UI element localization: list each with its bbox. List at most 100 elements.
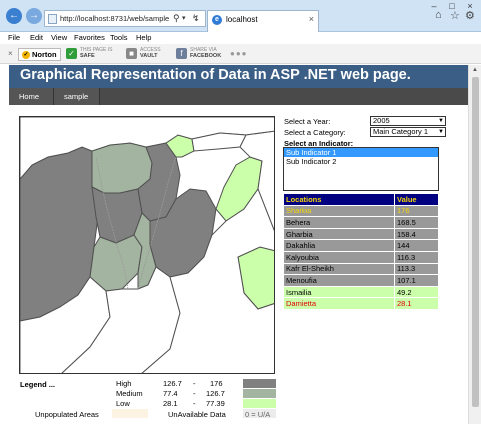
year-label: Select a Year: [284,117,331,126]
site-header: Graphical Representation of Data in ASP … [9,65,468,88]
header-locations: Locations [283,193,395,206]
legend-low-min: 28.1 [163,399,178,408]
table-row: Behera 168.5 [283,216,439,229]
menu-help[interactable]: Help [136,33,151,42]
cell-location: Gharbia [283,227,395,241]
cell-value: 144 [394,239,439,252]
chevron-down-icon: ▼ [438,129,444,135]
close-toolbar-icon[interactable]: × [8,49,13,58]
browser-menubar: File Edit View Favorites Tools Help [0,32,481,44]
table-row: Kalyoubia 116.3 [283,250,439,264]
cell-value: 158.4 [394,227,439,241]
indicator-listbox[interactable]: Sub Indicator 1 Sub Indicator 2 [283,147,439,191]
browser-titlebar: ← → http://localhost:8731/web/sample.as … [0,0,481,32]
cell-location: Damietta [283,297,395,310]
dropdown-icon[interactable]: ▾ [182,14,186,22]
table-header-row: Locations Value [283,193,439,206]
cell-value: 168.5 [394,216,439,229]
legend-low-sep: - [193,399,196,408]
maximize-icon[interactable]: □ [444,0,460,14]
menu-tools[interactable]: Tools [110,33,128,42]
legend-high-sep: - [193,379,196,388]
norton-check-icon: ✓ [22,51,30,60]
legend-title: Legend ... [20,380,56,389]
year-select[interactable]: 2005 ▼ [370,116,446,126]
cell-location: Ismailia [283,285,395,299]
cell-value: 28.1 [394,297,439,310]
chevron-down-icon: ▼ [438,118,444,124]
search-icon[interactable]: ⚲ [173,13,180,24]
scroll-up-arrow-icon[interactable]: ▲ [472,67,478,73]
legend-high-label: High [116,379,132,388]
cell-location: Dakahlia [283,239,395,252]
indicator-option[interactable]: Sub Indicator 1 [284,148,438,157]
cell-value: 49.2 [394,285,439,299]
year-value: 2005 [373,116,390,125]
legend-high-max: 176 [210,379,223,388]
cell-value: 107.1 [394,274,439,287]
cell-value: 176 [394,204,439,218]
ie-icon: e [212,15,222,25]
legend-medium-label: Medium [116,389,143,398]
cell-value: 113.3 [394,262,439,276]
header-value: Value [394,193,439,206]
legend-high-swatch [243,379,276,388]
close-tab-icon[interactable]: × [309,14,314,24]
indicator-option[interactable]: Sub Indicator 2 [284,157,438,166]
legend-low-max: 77.39 [206,399,225,408]
forward-arrow-icon[interactable]: → [26,8,42,24]
nav-sample[interactable]: sample [54,88,100,105]
legend-unavailable-label: UnAvailable Data [168,410,226,419]
vertical-scrollbar[interactable]: ▲ [468,65,481,424]
more-dots-icon[interactable]: ●●● [230,49,248,58]
menu-file[interactable]: File [8,33,20,42]
cell-location: Sharkia [283,204,395,218]
vault-line2: VAULT [140,53,158,59]
menu-favorites[interactable]: Favorites [74,33,105,42]
address-bar[interactable]: http://localhost:8731/web/sample.as ⚲ ▾ … [44,10,206,27]
map-svg [20,117,274,373]
cell-value: 116.3 [394,250,439,264]
table-row: Gharbia 158.4 [283,227,439,241]
norton-button[interactable]: ✓ Norton [18,48,61,61]
category-label: Select a Category: [284,128,346,137]
norton-label: Norton [32,50,57,59]
menu-edit[interactable]: Edit [30,33,43,42]
table-row: Menoufia 107.1 [283,274,439,287]
legend-high-min: 126.7 [163,379,182,388]
legend-unpopulated-swatch [112,409,148,418]
window-close-icon[interactable]: × [462,0,478,14]
share-line2: FACEBOOK [190,53,222,59]
back-arrow-icon[interactable]: ← [6,8,22,24]
vault-lock-icon: ■ [126,48,137,59]
facebook-icon: f [176,48,187,59]
tab-title: localhost [226,15,258,24]
minimize-icon[interactable]: – [426,0,442,14]
cell-location: Kafr El-Sheikh [283,262,395,276]
legend-medium-swatch [243,389,276,398]
scroll-thumb[interactable] [472,77,479,407]
table-row: Ismailia 49.2 [283,285,439,299]
table-row: Dakahlia 144 [283,239,439,252]
safe-check-icon: ✓ [66,48,77,59]
address-url[interactable]: http://localhost:8731/web/sample.as [60,14,170,23]
egypt-delta-map [19,116,275,374]
category-select[interactable]: Main Category 1 ▼ [370,127,446,137]
legend-medium-max: 126.7 [206,389,225,398]
menu-view[interactable]: View [51,33,67,42]
table-body: Sharkia 176 Behera 168.5 Gharbia 158.4 Dakahli… [283,204,439,310]
table-row: Kafr El-Sheikh 113.3 [283,262,439,276]
legend-unpopulated-label: Unpopulated Areas [35,410,99,419]
cell-location: Behera [283,216,395,229]
table-row: Sharkia 176 [283,204,439,218]
norton-toolbar: × ✓ Norton ✓ THIS PAGE IS SAFE ■ ACCESS V… [0,44,481,64]
cell-location: Kalyoubia [283,250,395,264]
values-table: Locations Value Sharkia 176 Behera 168.5 Gha… [283,193,439,310]
page-title: Graphical Representation of Data in ASP … [20,67,411,83]
legend-low-swatch [243,399,276,408]
tab-localhost[interactable]: e localhost × [207,10,319,32]
nav-home[interactable]: Home [9,88,54,105]
legend-low-label: Low [116,399,130,408]
compat-icon[interactable]: ↯ [192,13,200,24]
site-nav: Home sample [9,88,468,105]
